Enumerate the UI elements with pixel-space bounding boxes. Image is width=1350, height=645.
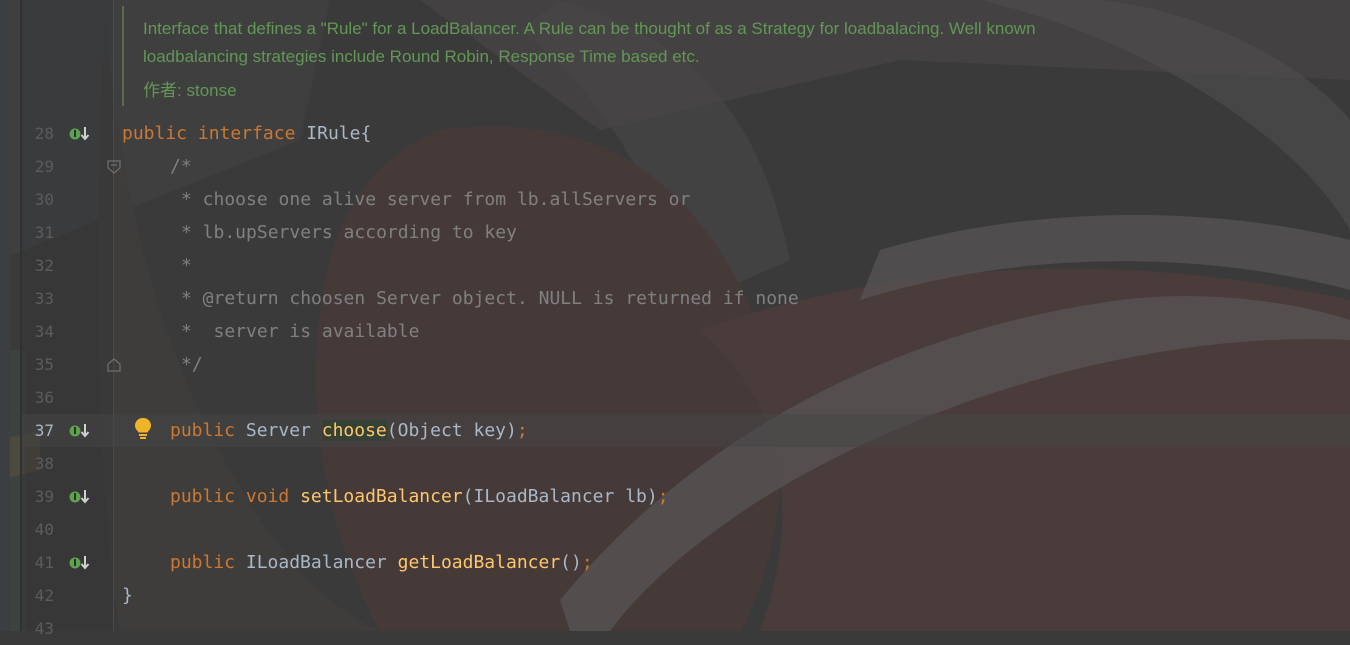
line-number[interactable]: 42 [22,587,54,605]
semicolon: ; [581,552,593,573]
closing-brace[interactable]: } [122,586,133,606]
keyword-interface: interface [197,123,296,144]
method-name-setloadbalancer[interactable]: setLoadBalancer [300,486,463,507]
line-number[interactable]: 29 [22,158,54,176]
code-line[interactable]: 33 * @return choosen Server object. NULL… [22,282,1350,315]
method-name-choose[interactable]: choose [321,420,387,441]
code-line[interactable]: 43 [22,612,1350,645]
semicolon: ; [516,420,528,441]
code-text[interactable]: public Server choose(Object key); [170,420,528,441]
javadoc-author: 作者: stonse [143,79,237,103]
interface-name: IRule{ [306,123,372,144]
parameters: () [560,552,582,573]
comment-text[interactable]: */ [181,355,203,375]
code-line[interactable]: 35 */ [22,348,1350,381]
line-number[interactable]: 41 [22,554,54,572]
fold-marker-icon[interactable] [107,160,121,174]
code-line[interactable]: 28 public interface IRule{ [22,117,1350,150]
rendered-javadoc: Interface that defines a "Rule" for a Lo… [122,0,1082,110]
code-line[interactable]: 36 [22,381,1350,414]
comment-text[interactable]: * [181,256,192,276]
javadoc-author-value: stonse [186,81,237,100]
code-line[interactable]: 39 public void setLoadBalancer(ILoadBala… [22,480,1350,513]
semicolon: ; [657,486,669,507]
comment-text[interactable]: * choose one alive server from lb.allSer… [181,190,690,210]
lightbulb-icon[interactable] [133,417,153,441]
code-line[interactable]: 34 * server is available [22,315,1350,348]
javadoc-author-label: 作者: [143,81,182,100]
code-line[interactable]: 32 * [22,249,1350,282]
line-number[interactable]: 31 [22,224,54,242]
code-line[interactable]: 41 public ILoadBalancer getLoadBalancer(… [22,546,1350,579]
return-type: Server [245,420,311,441]
line-number[interactable]: 28 [22,125,54,143]
comment-text[interactable]: * server is available [181,322,419,342]
line-number[interactable]: 40 [22,521,54,539]
code-line[interactable]: 42 } [22,579,1350,612]
line-number[interactable]: 37 [22,422,54,440]
comment-text[interactable]: /* [170,157,192,177]
implemented-method-icon[interactable] [69,423,91,439]
comment-text[interactable]: * @return choosen Server object. NULL is… [181,289,799,309]
code-line[interactable]: 29 /* [22,150,1350,183]
code-line[interactable]: 40 [22,513,1350,546]
code-text[interactable]: public ILoadBalancer getLoadBalancer(); [170,553,593,573]
parameters: (Object key) [386,420,517,441]
line-number[interactable]: 35 [22,356,54,374]
code-line-current[interactable]: 37 public Server choose(Object key); [22,414,1350,447]
keyword-public: public [170,420,236,441]
line-number[interactable]: 32 [22,257,54,275]
line-number[interactable]: 38 [22,455,54,473]
implemented-method-icon[interactable] [69,555,91,571]
keyword-public: public [122,123,188,144]
line-number[interactable]: 30 [22,191,54,209]
parameters: (ILoadBalancer lb) [462,486,658,507]
line-number[interactable]: 43 [22,620,54,638]
fold-marker-icon[interactable] [107,358,121,372]
method-name-getloadbalancer[interactable]: getLoadBalancer [398,552,561,573]
code-text[interactable]: public interface IRule{ [122,124,371,144]
comment-text[interactable]: * lb.upServers according to key [181,223,517,243]
line-number[interactable]: 39 [22,488,54,506]
tool-window-strip [0,0,10,631]
line-number[interactable]: 36 [22,389,54,407]
code-line[interactable]: 38 [22,447,1350,480]
javadoc-description: Interface that defines a "Rule" for a Lo… [143,19,1036,66]
keyword-public: public [170,486,236,507]
javadoc-bar [122,6,124,106]
return-type: ILoadBalancer [245,552,387,573]
keyword-void: void [245,486,290,507]
code-line[interactable]: 30 * choose one alive server from lb.all… [22,183,1350,216]
code-line[interactable]: 31 * lb.upServers according to key [22,216,1350,249]
line-number[interactable]: 33 [22,290,54,308]
implemented-method-icon[interactable] [69,489,91,505]
line-number[interactable]: 34 [22,323,54,341]
implemented-method-icon[interactable] [69,126,91,142]
code-text[interactable]: public void setLoadBalancer(ILoadBalance… [170,487,669,507]
keyword-public: public [170,552,236,573]
